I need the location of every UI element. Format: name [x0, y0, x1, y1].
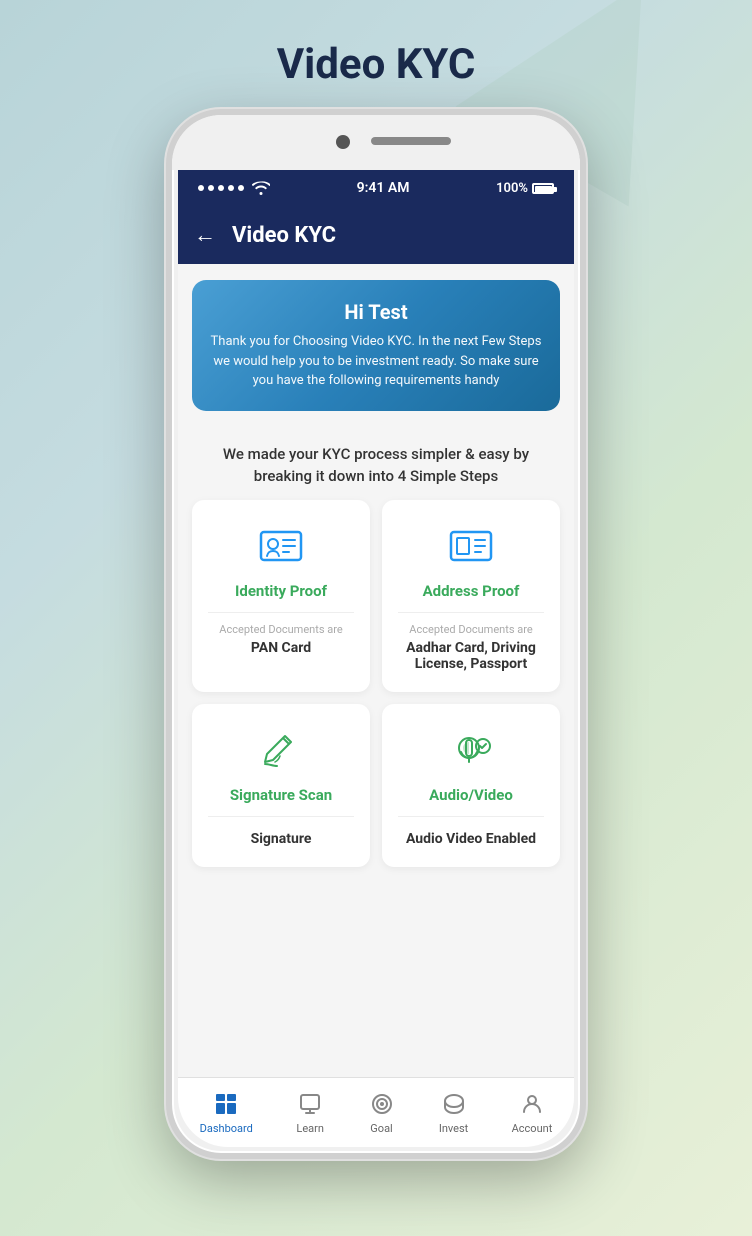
identity-proof-card[interactable]: Identity Proof Accepted Documents are PA…: [192, 500, 370, 692]
audio-video-divider: [398, 816, 544, 817]
nav-account[interactable]: Account: [512, 1090, 553, 1135]
battery-percent: 100%: [496, 181, 528, 196]
screen-content[interactable]: Hi Test Thank you for Choosing Video KYC…: [178, 264, 574, 1077]
identity-title: Identity Proof: [235, 582, 327, 600]
power-button: [582, 315, 586, 395]
audio-video-card[interactable]: Audio/Video Audio Video Enabled: [382, 704, 560, 867]
signal-dot-3: [218, 185, 224, 191]
status-bar: 9:41 AM 100%: [178, 170, 574, 206]
volume-up-button: [166, 295, 170, 345]
bottom-nav: Dashboard Learn: [178, 1077, 574, 1147]
learn-icon: [296, 1090, 324, 1118]
battery-icon: [532, 183, 554, 194]
nav-learn[interactable]: Learn: [296, 1090, 324, 1135]
audio-video-icon: [445, 724, 497, 776]
signal-dot-4: [228, 185, 234, 191]
account-label: Account: [512, 1122, 553, 1135]
volume-down-button: [166, 360, 170, 410]
nav-goal[interactable]: Goal: [368, 1090, 396, 1135]
goal-icon: [368, 1090, 396, 1118]
page-title: Video KYC: [277, 40, 476, 89]
signal-dot-1: [198, 185, 204, 191]
cards-grid: Identity Proof Accepted Documents are PA…: [178, 500, 574, 883]
status-time: 9:41 AM: [357, 180, 410, 196]
signal-dot-5: [238, 185, 244, 191]
phone-notch: [172, 115, 580, 170]
battery-fill: [535, 186, 552, 193]
app-header: ← Video KYC: [178, 206, 574, 264]
identity-icon: [255, 520, 307, 572]
status-left: [198, 181, 270, 195]
signal-dot-2: [208, 185, 214, 191]
welcome-greeting: Hi Test: [208, 300, 544, 324]
signature-docs-value: Signature: [251, 831, 312, 847]
front-camera: [336, 135, 350, 149]
address-docs-label: Accepted Documents are: [409, 623, 532, 636]
signature-scan-card[interactable]: Signature Scan Signature: [192, 704, 370, 867]
address-proof-card[interactable]: Address Proof Accepted Documents are Aad…: [382, 500, 560, 692]
learn-label: Learn: [296, 1122, 324, 1135]
audio-video-docs-value: Audio Video Enabled: [406, 831, 536, 847]
dashboard-label: Dashboard: [200, 1122, 253, 1135]
address-divider: [398, 612, 544, 613]
address-title: Address Proof: [423, 582, 520, 600]
status-right: 100%: [496, 181, 554, 196]
phone-speaker: [371, 137, 451, 145]
address-icon: [445, 520, 497, 572]
header-title: Video KYC: [232, 223, 336, 248]
invest-icon: [440, 1090, 468, 1118]
goal-label: Goal: [370, 1122, 392, 1135]
dashboard-icon: [212, 1090, 240, 1118]
signature-title: Signature Scan: [230, 786, 332, 804]
identity-docs-value: PAN Card: [251, 640, 311, 656]
audio-video-title: Audio/Video: [429, 786, 513, 804]
welcome-banner: Hi Test Thank you for Choosing Video KYC…: [192, 280, 560, 411]
welcome-message: Thank you for Choosing Video KYC. In the…: [208, 332, 544, 391]
phone-frame: 9:41 AM 100% ← Video KYC Hi Test Thank y…: [166, 109, 586, 1159]
identity-divider: [208, 612, 354, 613]
signature-icon: [255, 724, 307, 776]
back-button[interactable]: ←: [194, 222, 216, 248]
kyc-description: We made your KYC process simpler & easy …: [178, 427, 574, 500]
account-icon: [518, 1090, 546, 1118]
signature-divider: [208, 816, 354, 817]
wifi-icon: [252, 181, 270, 195]
address-docs-value: Aadhar Card, Driving License, Passport: [398, 640, 544, 672]
phone-screen: 9:41 AM 100% ← Video KYC Hi Test Thank y…: [178, 170, 574, 1147]
identity-docs-label: Accepted Documents are: [219, 623, 342, 636]
nav-dashboard[interactable]: Dashboard: [200, 1090, 253, 1135]
nav-invest[interactable]: Invest: [439, 1090, 468, 1135]
invest-label: Invest: [439, 1122, 468, 1135]
